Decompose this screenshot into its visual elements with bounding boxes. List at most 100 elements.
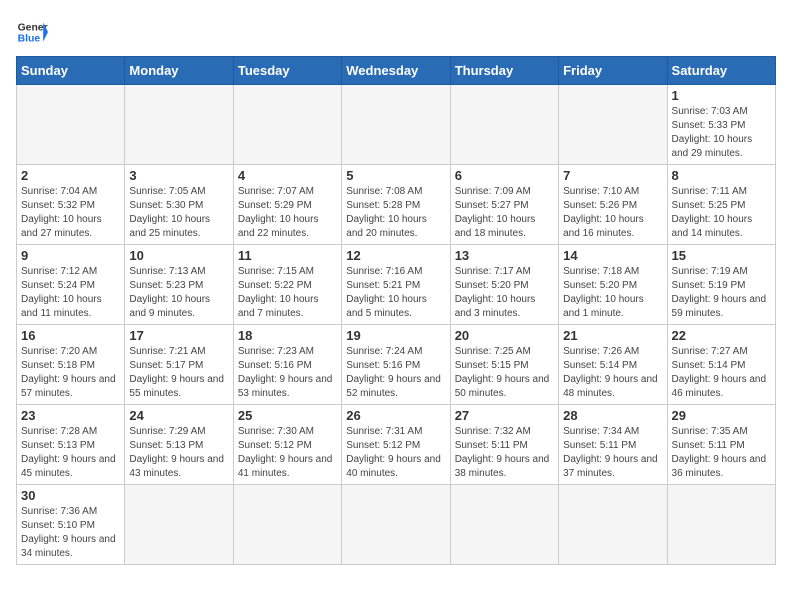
day-number: 5 <box>346 168 445 183</box>
calendar-cell: 6 Sunrise: 7:09 AM Sunset: 5:27 PM Daylig… <box>450 165 558 245</box>
day-number: 19 <box>346 328 445 343</box>
day-info: Sunrise: 7:03 AM Sunset: 5:33 PM Dayligh… <box>672 105 771 161</box>
calendar-cell: 8Sunrise: 7:11 AM Sunset: 5:25 PM Daylig… <box>667 165 775 245</box>
calendar-cell: 7 Sunrise: 7:10 AM Sunset: 5:26 PM Daylig… <box>559 165 667 245</box>
header-friday: Friday <box>559 57 667 85</box>
day-number: 12 <box>346 248 445 263</box>
calendar-cell <box>125 85 233 165</box>
day-info: Sunrise: 7:05 AM Sunset: 5:30 PM Dayligh… <box>129 185 228 241</box>
calendar-cell <box>125 485 233 565</box>
day-number: 6 <box>455 168 554 183</box>
day-info: Sunrise: 7:12 AM Sunset: 5:24 PM Dayligh… <box>21 265 120 321</box>
day-info: Sunrise: 7:25 AM Sunset: 5:15 PM Dayligh… <box>455 345 554 401</box>
header-saturday: Saturday <box>667 57 775 85</box>
calendar-week-1: 2 Sunrise: 7:04 AM Sunset: 5:32 PM Daylig… <box>17 165 776 245</box>
header-monday: Monday <box>125 57 233 85</box>
calendar-cell: 27 Sunrise: 7:32 AM Sunset: 5:11 PM Dayli… <box>450 405 558 485</box>
calendar-cell: 28Sunrise: 7:34 AM Sunset: 5:11 PM Dayli… <box>559 405 667 485</box>
calendar-cell: 29 Sunrise: 7:35 AM Sunset: 5:11 PM Dayli… <box>667 405 775 485</box>
calendar-cell <box>233 85 341 165</box>
header-sunday: Sunday <box>17 57 125 85</box>
day-info: Sunrise: 7:19 AM Sunset: 5:19 PM Dayligh… <box>672 265 771 321</box>
day-number: 14 <box>563 248 662 263</box>
calendar-cell: 24Sunrise: 7:29 AM Sunset: 5:13 PM Dayli… <box>125 405 233 485</box>
calendar-cell <box>450 485 558 565</box>
day-info: Sunrise: 7:32 AM Sunset: 5:11 PM Dayligh… <box>455 425 554 481</box>
calendar-cell: 17Sunrise: 7:21 AM Sunset: 5:17 PM Dayli… <box>125 325 233 405</box>
day-info: Sunrise: 7:28 AM Sunset: 5:13 PM Dayligh… <box>21 425 120 481</box>
day-info: Sunrise: 7:08 AM Sunset: 5:28 PM Dayligh… <box>346 185 445 241</box>
day-number: 28 <box>563 408 662 423</box>
day-info: Sunrise: 7:29 AM Sunset: 5:13 PM Dayligh… <box>129 425 228 481</box>
day-info: Sunrise: 7:20 AM Sunset: 5:18 PM Dayligh… <box>21 345 120 401</box>
calendar-table: SundayMondayTuesdayWednesdayThursdayFrid… <box>16 56 776 565</box>
day-number: 21 <box>563 328 662 343</box>
day-number: 22 <box>672 328 771 343</box>
calendar-cell <box>233 485 341 565</box>
day-info: Sunrise: 7:26 AM Sunset: 5:14 PM Dayligh… <box>563 345 662 401</box>
calendar-cell: 5 Sunrise: 7:08 AM Sunset: 5:28 PM Daylig… <box>342 165 450 245</box>
calendar-cell: 1Sunrise: 7:03 AM Sunset: 5:33 PM Daylig… <box>667 85 775 165</box>
day-info: Sunrise: 7:30 AM Sunset: 5:12 PM Dayligh… <box>238 425 337 481</box>
calendar-week-4: 23Sunrise: 7:28 AM Sunset: 5:13 PM Dayli… <box>17 405 776 485</box>
calendar-week-3: 16 Sunrise: 7:20 AM Sunset: 5:18 PM Dayli… <box>17 325 776 405</box>
calendar-cell: 30 Sunrise: 7:36 AM Sunset: 5:10 PM Dayli… <box>17 485 125 565</box>
day-number: 2 <box>21 168 120 183</box>
day-number: 13 <box>455 248 554 263</box>
day-number: 4 <box>238 168 337 183</box>
logo: General Blue <box>16 16 48 48</box>
day-info: Sunrise: 7:15 AM Sunset: 5:22 PM Dayligh… <box>238 265 337 321</box>
day-number: 15 <box>672 248 771 263</box>
calendar-cell: 19 Sunrise: 7:24 AM Sunset: 5:16 PM Dayli… <box>342 325 450 405</box>
calendar-cell: 3Sunrise: 7:05 AM Sunset: 5:30 PM Daylig… <box>125 165 233 245</box>
calendar-cell: 26 Sunrise: 7:31 AM Sunset: 5:12 PM Dayli… <box>342 405 450 485</box>
calendar-cell: 25 Sunrise: 7:30 AM Sunset: 5:12 PM Dayli… <box>233 405 341 485</box>
header-tuesday: Tuesday <box>233 57 341 85</box>
day-number: 30 <box>21 488 120 503</box>
svg-text:Blue: Blue <box>18 34 41 45</box>
calendar-cell: 18 Sunrise: 7:23 AM Sunset: 5:16 PM Dayli… <box>233 325 341 405</box>
day-info: Sunrise: 7:31 AM Sunset: 5:12 PM Dayligh… <box>346 425 445 481</box>
calendar-cell: 4Sunrise: 7:07 AM Sunset: 5:29 PM Daylig… <box>233 165 341 245</box>
calendar-cell: 14Sunrise: 7:18 AM Sunset: 5:20 PM Dayli… <box>559 245 667 325</box>
day-number: 18 <box>238 328 337 343</box>
calendar-cell <box>17 85 125 165</box>
day-number: 7 <box>563 168 662 183</box>
calendar-week-2: 9 Sunrise: 7:12 AM Sunset: 5:24 PM Daylig… <box>17 245 776 325</box>
day-info: Sunrise: 7:16 AM Sunset: 5:21 PM Dayligh… <box>346 265 445 321</box>
day-number: 16 <box>21 328 120 343</box>
day-number: 26 <box>346 408 445 423</box>
day-number: 27 <box>455 408 554 423</box>
calendar-cell: 16 Sunrise: 7:20 AM Sunset: 5:18 PM Dayli… <box>17 325 125 405</box>
day-info: Sunrise: 7:36 AM Sunset: 5:10 PM Dayligh… <box>21 505 120 561</box>
header-thursday: Thursday <box>450 57 558 85</box>
day-info: Sunrise: 7:13 AM Sunset: 5:23 PM Dayligh… <box>129 265 228 321</box>
calendar-header-row: SundayMondayTuesdayWednesdayThursdayFrid… <box>17 57 776 85</box>
day-number: 9 <box>21 248 120 263</box>
day-info: Sunrise: 7:04 AM Sunset: 5:32 PM Dayligh… <box>21 185 120 241</box>
day-info: Sunrise: 7:24 AM Sunset: 5:16 PM Dayligh… <box>346 345 445 401</box>
day-info: Sunrise: 7:17 AM Sunset: 5:20 PM Dayligh… <box>455 265 554 321</box>
day-number: 29 <box>672 408 771 423</box>
page-header: General Blue <box>16 16 776 48</box>
calendar-cell <box>667 485 775 565</box>
calendar-cell: 11 Sunrise: 7:15 AM Sunset: 5:22 PM Dayli… <box>233 245 341 325</box>
day-number: 17 <box>129 328 228 343</box>
day-number: 25 <box>238 408 337 423</box>
logo-icon: General Blue <box>16 16 48 48</box>
calendar-cell: 15 Sunrise: 7:19 AM Sunset: 5:19 PM Dayli… <box>667 245 775 325</box>
day-info: Sunrise: 7:35 AM Sunset: 5:11 PM Dayligh… <box>672 425 771 481</box>
calendar-cell: 2 Sunrise: 7:04 AM Sunset: 5:32 PM Daylig… <box>17 165 125 245</box>
day-info: Sunrise: 7:23 AM Sunset: 5:16 PM Dayligh… <box>238 345 337 401</box>
calendar-cell <box>559 85 667 165</box>
calendar-cell: 9 Sunrise: 7:12 AM Sunset: 5:24 PM Daylig… <box>17 245 125 325</box>
day-number: 20 <box>455 328 554 343</box>
day-number: 11 <box>238 248 337 263</box>
day-info: Sunrise: 7:10 AM Sunset: 5:26 PM Dayligh… <box>563 185 662 241</box>
day-info: Sunrise: 7:09 AM Sunset: 5:27 PM Dayligh… <box>455 185 554 241</box>
calendar-cell: 21 Sunrise: 7:26 AM Sunset: 5:14 PM Dayli… <box>559 325 667 405</box>
calendar-cell: 12 Sunrise: 7:16 AM Sunset: 5:21 PM Dayli… <box>342 245 450 325</box>
calendar-week-5: 30 Sunrise: 7:36 AM Sunset: 5:10 PM Dayli… <box>17 485 776 565</box>
header-wednesday: Wednesday <box>342 57 450 85</box>
calendar-cell: 23Sunrise: 7:28 AM Sunset: 5:13 PM Dayli… <box>17 405 125 485</box>
